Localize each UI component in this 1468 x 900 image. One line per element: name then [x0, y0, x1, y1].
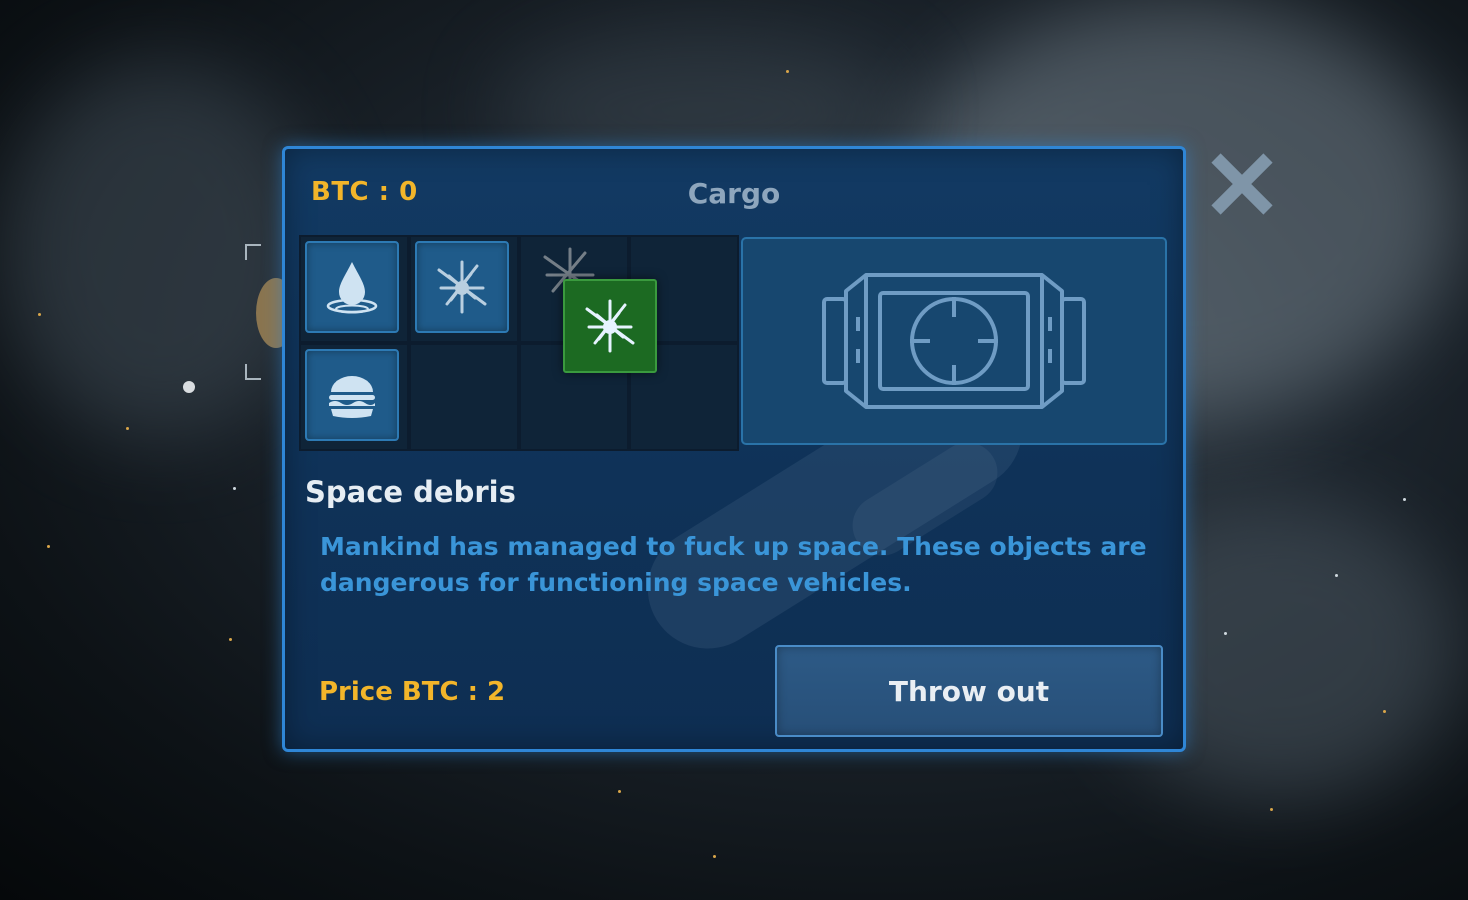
close-button[interactable] [1206, 150, 1278, 218]
target-reticle-corner [245, 244, 261, 260]
star [126, 427, 129, 430]
star [618, 790, 621, 793]
star [786, 70, 789, 73]
star [713, 855, 716, 858]
star [1383, 710, 1386, 713]
nebula-cloud [0, 60, 320, 440]
inventory-item-water[interactable] [305, 241, 399, 333]
inventory-slot[interactable] [411, 237, 517, 341]
star [1224, 632, 1227, 635]
star [229, 638, 232, 641]
star [233, 487, 236, 490]
inventory-slot[interactable] [411, 345, 517, 449]
inventory-item-space-debris[interactable] [415, 241, 509, 333]
star [1403, 498, 1406, 501]
burger-icon [329, 376, 375, 418]
star [38, 313, 41, 316]
inventory-slot[interactable] [301, 345, 407, 449]
throw-out-button[interactable]: Throw out [775, 645, 1163, 737]
selected-item-name: Space debris [305, 475, 516, 509]
space-debris-icon [585, 299, 635, 353]
cargo-capsule-icon [822, 273, 1086, 409]
close-icon [1211, 153, 1273, 215]
target-reticle-corner [245, 364, 261, 380]
star [1270, 808, 1273, 811]
dialog-title: Cargo [687, 177, 781, 210]
dragged-item-space-debris[interactable] [563, 279, 657, 373]
inventory-item-burger[interactable] [305, 349, 399, 441]
star [1335, 574, 1338, 577]
space-debris-icon [437, 260, 487, 314]
item-preview-panel [741, 237, 1167, 445]
selected-item-price: Price BTC : 2 [319, 677, 506, 707]
inventory-grid [299, 235, 739, 451]
water-drop-icon [326, 262, 378, 314]
inventory-slot[interactable] [301, 237, 407, 341]
star [47, 545, 50, 548]
selected-item-description: Mankind has managed to fuck up space. Th… [320, 532, 1147, 597]
cargo-dialog: BTC : 0 Cargo Space debris Mankind has m… [282, 146, 1186, 752]
distant-planet [183, 381, 195, 393]
